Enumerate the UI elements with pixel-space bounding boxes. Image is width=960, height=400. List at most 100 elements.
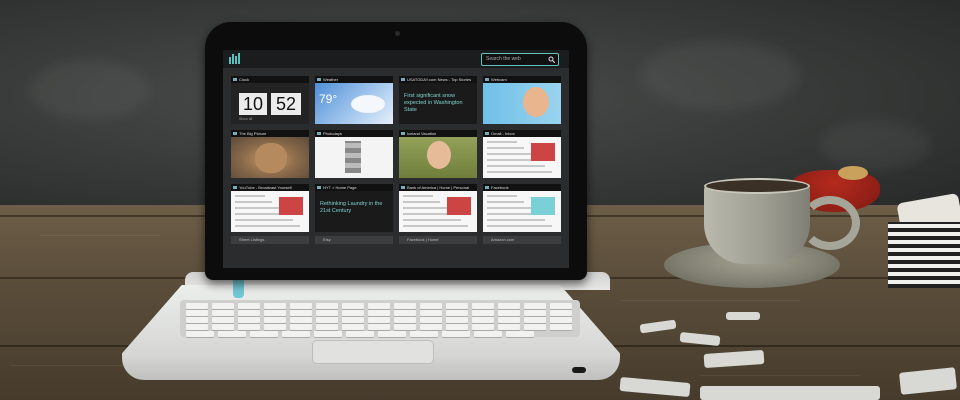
keyboard-key	[378, 331, 406, 337]
speed-dial-tile[interactable]: USATODAY.com News - Top Stories First sig…	[399, 76, 477, 124]
page-line	[487, 171, 552, 173]
keyboard-key	[472, 324, 494, 330]
keyboard-key	[238, 317, 260, 323]
keyboard-key	[290, 317, 312, 323]
speed-dial-tile[interactable]: Bank of America | Home | Personal	[399, 184, 477, 232]
keyboard-key	[498, 324, 520, 330]
keyboard-key	[446, 317, 468, 323]
tile-preview	[399, 137, 477, 178]
keyboard-key	[420, 324, 442, 330]
favicon-icon	[233, 132, 237, 135]
page-line	[403, 201, 440, 203]
speed-dial-tile[interactable]: Webcam	[483, 76, 561, 124]
favicon-icon	[317, 78, 321, 81]
speed-dial-tile[interactable]: Photodays	[315, 130, 393, 178]
keyboard-key	[368, 303, 390, 309]
speed-dial-tile[interactable]: Gmail - Inbox	[483, 130, 561, 178]
tile-footer-label: Facebook | Home	[407, 237, 439, 242]
page-line	[235, 225, 300, 227]
tile-title: Clock	[239, 77, 250, 82]
keyboard-key	[420, 310, 442, 316]
keyboard-key	[264, 324, 286, 330]
power-led	[572, 367, 586, 373]
tile-header: Facebook	[483, 184, 561, 191]
keyboard-key	[474, 331, 502, 337]
keyboard-key	[346, 331, 374, 337]
keyboard-key	[212, 310, 234, 316]
keyboard-key	[394, 317, 416, 323]
speed-dial-tile[interactable]: YouTube - Broadcast Yourself	[231, 184, 309, 232]
keyboard-key	[368, 324, 390, 330]
photo-scene: Search the web Clock 10 52 Show all Weather 7…	[0, 0, 960, 400]
child-face	[523, 87, 549, 117]
page-image	[447, 197, 471, 215]
keyboard-key	[472, 317, 494, 323]
keyboard-key	[238, 310, 260, 316]
webcam-lens	[395, 31, 400, 36]
favicon-icon	[401, 186, 405, 189]
keyboard-key	[446, 303, 468, 309]
page-line	[235, 201, 272, 203]
favicon-icon	[233, 78, 237, 81]
tile-title: The Big Picture	[239, 131, 267, 136]
tile-preview	[399, 191, 477, 232]
keyboard-key	[506, 331, 534, 337]
tile-footer[interactable]: Etsy	[315, 236, 393, 244]
tile-header: The Big Picture	[231, 130, 309, 137]
striped-napkin	[888, 222, 960, 288]
search-input[interactable]: Search the web	[481, 53, 559, 66]
laptop-screen: Search the web Clock 10 52 Show all Weather 7…	[223, 50, 569, 268]
biscuit	[838, 166, 868, 180]
tile-preview	[483, 83, 561, 124]
page-line	[403, 219, 461, 221]
clock-hour: 10	[239, 93, 267, 115]
tile-preview: 10 52 Show all	[231, 83, 309, 124]
keyboard-key	[394, 310, 416, 316]
cloud-icon	[351, 95, 385, 113]
favicon-icon	[317, 186, 321, 189]
speed-dial-tile[interactable]: Iceland Vacation	[399, 130, 477, 178]
keyboard-key	[186, 317, 208, 323]
tile-footer-label: Etsy	[323, 237, 331, 242]
speed-dial-tile[interactable]: Weather 79°	[315, 76, 393, 124]
tile-preview	[231, 191, 309, 232]
keyboard-key	[316, 324, 338, 330]
keyboard-key	[524, 324, 546, 330]
favicon-icon	[401, 78, 405, 81]
page-line	[403, 225, 468, 227]
speed-dial-tile[interactable]: Clock 10 52 Show all	[231, 76, 309, 124]
search-icon[interactable]	[548, 56, 555, 63]
laptop-lid: Search the web Clock 10 52 Show all Weather 7…	[205, 22, 587, 280]
speed-dial-tile[interactable]: NYT > Home Page Rethinking Laundry in the…	[315, 184, 393, 232]
keyboard-key	[316, 303, 338, 309]
page-line	[487, 201, 524, 203]
speed-dial-tile[interactable]: The Big Picture	[231, 130, 309, 178]
keyboard-key	[264, 310, 286, 316]
keyboard-key	[550, 324, 572, 330]
tile-header: Bank of America | Home | Personal	[399, 184, 477, 191]
speed-dial-tile[interactable]: Facebook	[483, 184, 561, 232]
tile-footer[interactable]: Facebook | Home	[399, 236, 477, 244]
coffee-cup	[704, 184, 810, 264]
page-line	[487, 219, 545, 221]
paper-scrap	[700, 386, 880, 400]
tile-headline: First significant snow expected in Washi…	[404, 93, 463, 113]
keyboard-key	[342, 303, 364, 309]
page-line	[487, 207, 531, 209]
clock-subtitle: Show all	[239, 117, 253, 121]
keyboard-key	[446, 324, 468, 330]
favicon-icon	[485, 132, 489, 135]
tile-header: NYT > Home Page	[315, 184, 393, 191]
favicon-icon	[401, 132, 405, 135]
keyboard	[180, 300, 580, 337]
tile-footer[interactable]: Amazon.com	[483, 236, 561, 244]
keyboard-key	[238, 324, 260, 330]
tile-preview	[231, 137, 309, 178]
tile-preview	[315, 137, 393, 178]
search-placeholder: Search the web	[486, 56, 521, 62]
favicon-icon	[485, 186, 489, 189]
tile-footer[interactable]: Street Listings	[231, 236, 309, 244]
page-line	[403, 195, 433, 197]
page-line	[403, 207, 447, 209]
keyboard-key	[524, 310, 546, 316]
